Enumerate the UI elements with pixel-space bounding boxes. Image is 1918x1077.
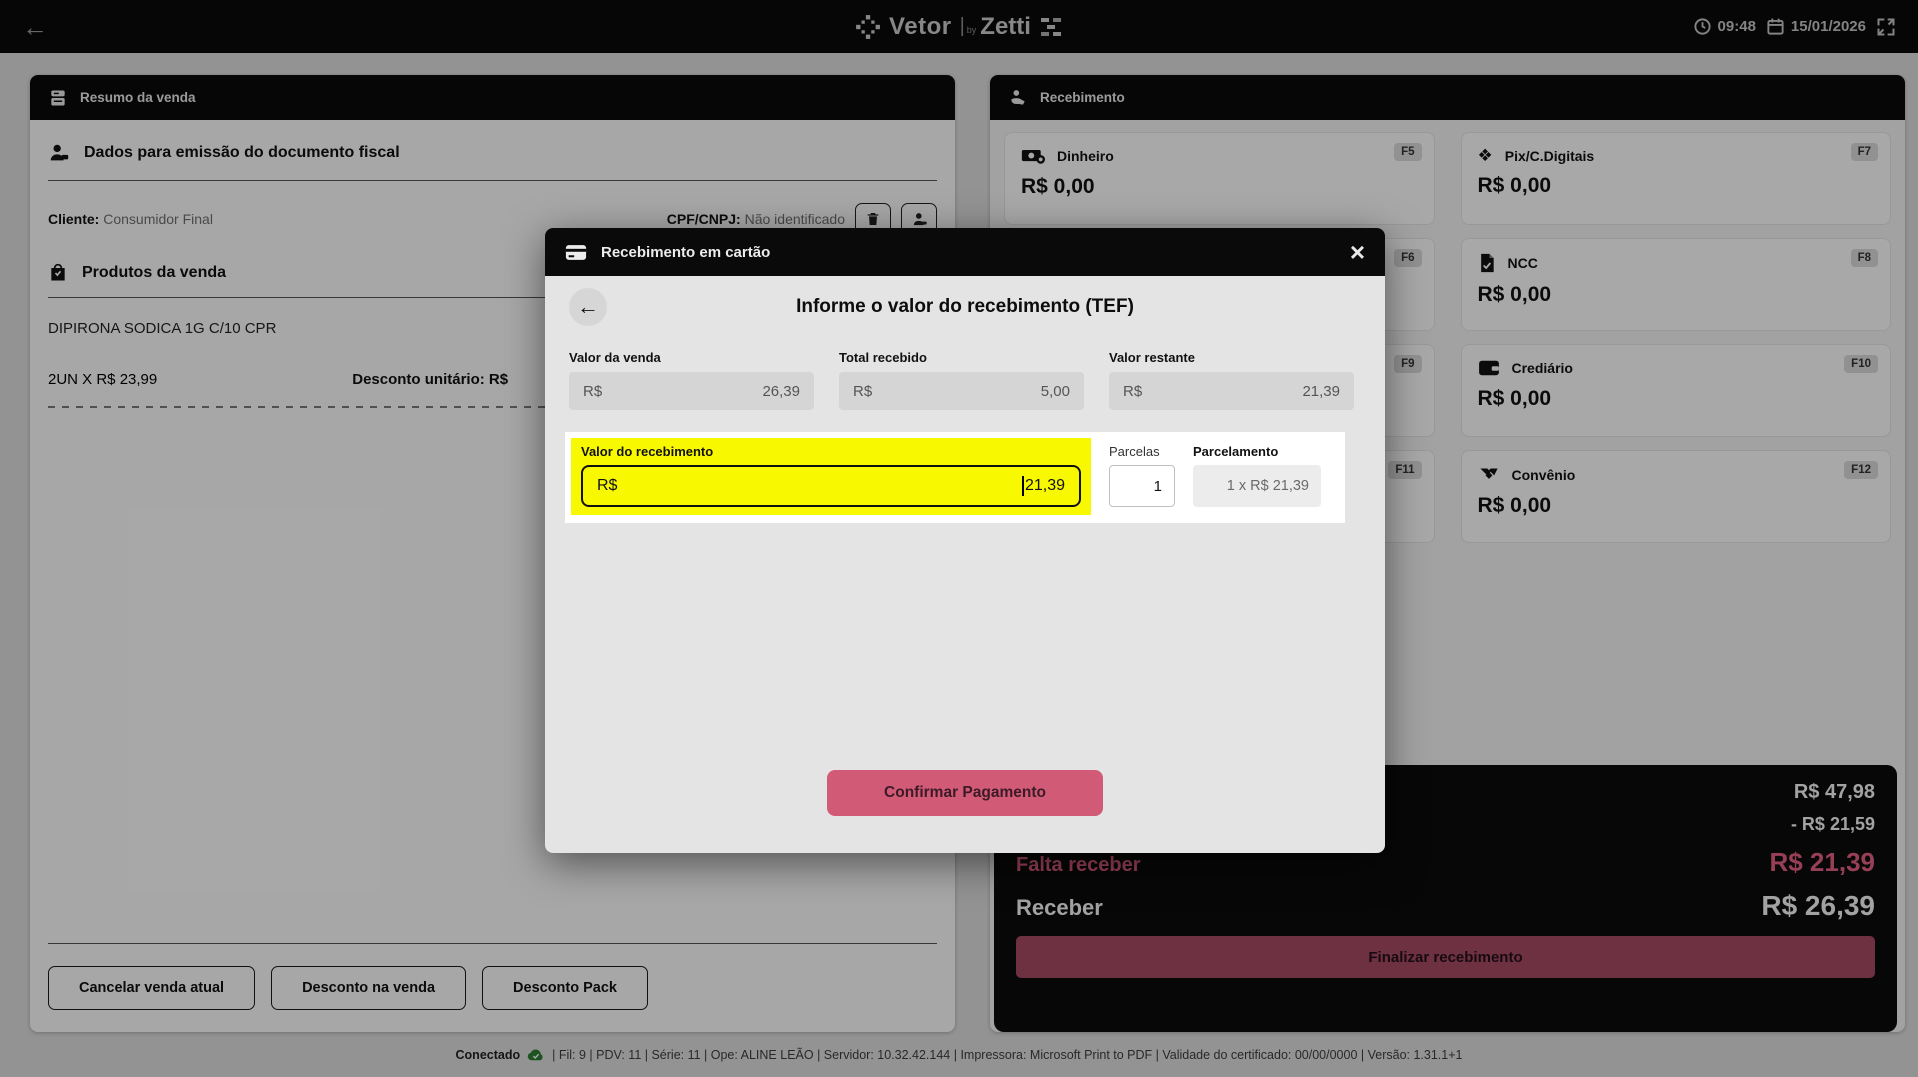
valor-recebimento-label: Valor do recebimento	[581, 444, 1081, 459]
valor-restante-value: 21,39	[1302, 383, 1340, 400]
total-recebido-field: Total recebido R$ 5,00	[839, 350, 1084, 410]
currency-prefix: R$	[597, 477, 617, 495]
close-icon[interactable]: ×	[1350, 239, 1365, 265]
parcelamento-label: Parcelamento	[1193, 444, 1321, 459]
modal-subtitle: Informe o valor do recebimento (TEF)	[545, 296, 1385, 318]
valor-recebimento-field: Valor do recebimento R$ 21,39	[571, 438, 1091, 515]
valor-restante-label: Valor restante	[1109, 350, 1354, 365]
currency-prefix: R$	[853, 383, 872, 400]
parcelamento-value: 1 x R$ 21,39	[1193, 465, 1321, 507]
parcelas-field: Parcelas 1	[1109, 438, 1175, 507]
valor-venda-label: Valor da venda	[569, 350, 814, 365]
valor-recebimento-value: 21,39	[1022, 476, 1065, 496]
modal-title: Recebimento em cartão	[601, 244, 770, 261]
valor-venda-input: R$ 26,39	[569, 372, 814, 410]
total-recebido-input: R$ 5,00	[839, 372, 1084, 410]
parcelamento-field: Parcelamento 1 x R$ 21,39	[1193, 438, 1321, 507]
valor-recebimento-input[interactable]: R$ 21,39	[581, 465, 1081, 507]
confirm-payment-button[interactable]: Confirmar Pagamento	[827, 770, 1103, 816]
parcelas-label: Parcelas	[1109, 444, 1175, 459]
modal-header: Recebimento em cartão ×	[545, 228, 1385, 276]
total-recebido-value: 5,00	[1041, 383, 1070, 400]
currency-prefix: R$	[583, 383, 602, 400]
modal-back-button[interactable]: ←	[569, 288, 607, 326]
card-payment-modal: Recebimento em cartão × ← Informe o valo…	[545, 228, 1385, 853]
valor-venda-field: Valor da venda R$ 26,39	[569, 350, 814, 410]
valor-restante-input: R$ 21,39	[1109, 372, 1354, 410]
text-cursor	[1022, 476, 1024, 496]
valor-venda-value: 26,39	[762, 383, 800, 400]
valor-restante-field: Valor restante R$ 21,39	[1109, 350, 1354, 410]
total-recebido-label: Total recebido	[839, 350, 1084, 365]
currency-prefix: R$	[1123, 383, 1142, 400]
credit-card-icon	[565, 244, 587, 261]
receipt-value-row: Valor do recebimento R$ 21,39 Parcelas 1…	[565, 432, 1345, 523]
parcelas-input[interactable]: 1	[1109, 465, 1175, 507]
